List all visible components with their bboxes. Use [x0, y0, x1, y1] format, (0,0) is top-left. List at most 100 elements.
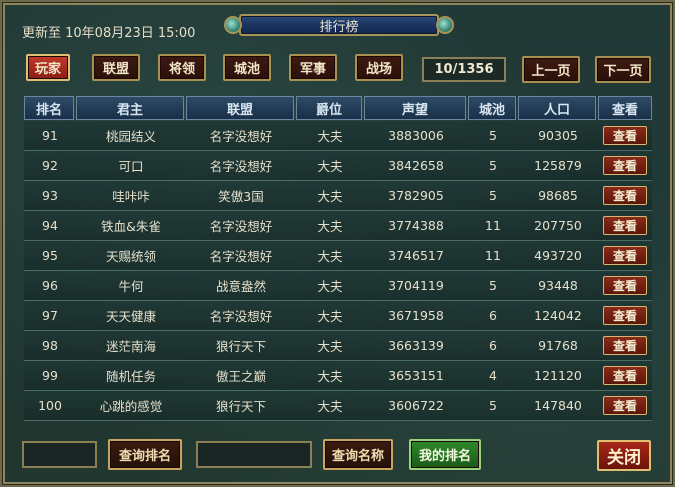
col-cities: 城池 [468, 96, 516, 120]
population-cell: 207750 [534, 218, 582, 233]
view-cell: 查看 [598, 121, 652, 151]
lord-cell: 可口 [118, 159, 144, 174]
alliance-cell: 狼行天下 [215, 339, 266, 354]
prestige-cell: 3883006 [388, 128, 444, 143]
lord-cell: 天天健康 [105, 309, 156, 324]
rank-cell: 94 [42, 218, 58, 233]
table-row: 97 天天健康 名字没想好 大夫 3671958 6 124042 查看 [24, 301, 652, 331]
query-rank-button[interactable]: 查询排名 [108, 439, 182, 470]
col-prestige: 声望 [364, 96, 466, 120]
alliance-cell: 名字没想好 [209, 309, 273, 324]
population-cell: 93448 [538, 278, 578, 293]
title-cell: 大夫 [317, 309, 343, 324]
table-row: 98 迷茫南海 狼行天下 大夫 3663139 6 91768 查看 [24, 331, 652, 361]
view-cell: 查看 [598, 241, 652, 271]
title-cell: 大夫 [317, 249, 343, 264]
population-cell: 493720 [534, 248, 582, 263]
query-name-button[interactable]: 查询名称 [323, 439, 393, 470]
table-row: 92 可口 名字没想好 大夫 3842658 5 125879 查看 [24, 151, 652, 181]
title-cell: 大夫 [317, 369, 343, 384]
rank-cell: 97 [42, 308, 58, 323]
lord-cell: 哇咔咔 [112, 189, 150, 204]
table-row: 91 桃园结义 名字没想好 大夫 3883006 5 90305 查看 [24, 121, 652, 151]
cities-cell: 6 [489, 338, 497, 353]
rank-cell: 100 [38, 398, 62, 413]
cities-cell: 11 [485, 218, 501, 233]
title-cell: 大夫 [317, 129, 343, 144]
ranking-rows: 91 桃园结义 名字没想好 大夫 3883006 5 90305 查看 92 可口 名字没想好 大夫 3… [24, 121, 652, 421]
col-rank: 排名 [24, 96, 74, 120]
population-cell: 147840 [534, 398, 582, 413]
cities-cell: 4 [489, 368, 497, 383]
prestige-cell: 3774388 [388, 218, 444, 233]
view-button[interactable]: 查看 [603, 156, 647, 175]
view-button[interactable]: 查看 [603, 216, 647, 235]
col-lord: 君主 [76, 96, 184, 120]
view-cell: 查看 [598, 181, 652, 211]
window-title: 排行榜 [239, 14, 439, 36]
title-cell: 大夫 [317, 189, 343, 204]
view-button[interactable]: 查看 [603, 246, 647, 265]
lord-cell: 天赐统领 [105, 249, 156, 264]
rank-cell: 93 [42, 188, 58, 203]
view-button[interactable]: 查看 [603, 336, 647, 355]
view-button[interactable]: 查看 [603, 306, 647, 325]
alliance-cell: 名字没想好 [209, 129, 273, 144]
cities-cell: 5 [489, 128, 497, 143]
tab-city[interactable]: 城池 [223, 54, 271, 81]
close-button[interactable]: 关闭 [597, 440, 651, 471]
rank-cell: 91 [42, 128, 58, 143]
cities-cell: 5 [489, 278, 497, 293]
lord-cell: 铁血&朱雀 [101, 219, 161, 234]
view-cell: 查看 [598, 211, 652, 241]
next-page-button[interactable]: 下一页 [595, 56, 651, 83]
col-view: 查看 [598, 96, 652, 120]
col-alliance: 联盟 [186, 96, 294, 120]
table-header: 排名 君主 联盟 爵位 声望 城池 人口 查看 [24, 96, 652, 120]
tab-general[interactable]: 将领 [158, 54, 206, 81]
population-cell: 90305 [538, 128, 578, 143]
view-cell: 查看 [598, 301, 652, 331]
title-cell: 大夫 [317, 399, 343, 414]
cities-cell: 5 [489, 188, 497, 203]
view-cell: 查看 [598, 331, 652, 361]
prestige-cell: 3704119 [388, 278, 444, 293]
prestige-cell: 3671958 [388, 308, 444, 323]
title-plaque: 排行榜 [214, 11, 464, 39]
prev-page-button[interactable]: 上一页 [522, 56, 580, 83]
alliance-cell: 笑傲3国 [218, 189, 264, 204]
lord-cell: 心跳的感觉 [99, 399, 163, 414]
lord-cell: 随机任务 [105, 369, 156, 384]
lord-cell: 迷茫南海 [105, 339, 156, 354]
title-cell: 大夫 [317, 279, 343, 294]
tab-battlefield[interactable]: 战场 [355, 54, 403, 81]
tab-alliance[interactable]: 联盟 [92, 54, 140, 81]
page-indicator: 10/1356 [422, 57, 506, 82]
population-cell: 98685 [538, 188, 578, 203]
cities-cell: 5 [489, 158, 497, 173]
view-button[interactable]: 查看 [603, 366, 647, 385]
tab-player[interactable]: 玩家 [26, 54, 70, 81]
rank-search-input[interactable] [22, 441, 97, 468]
jade-ornament-icon [436, 16, 454, 34]
lord-cell: 桃园结义 [105, 129, 156, 144]
my-rank-button[interactable]: 我的排名 [409, 439, 481, 470]
tab-military[interactable]: 军事 [289, 54, 337, 81]
col-title: 爵位 [296, 96, 362, 120]
table-row: 95 天赐统领 名字没想好 大夫 3746517 11 493720 查看 [24, 241, 652, 271]
view-button[interactable]: 查看 [603, 126, 647, 145]
prestige-cell: 3842658 [388, 158, 444, 173]
population-cell: 121120 [534, 368, 582, 383]
alliance-cell: 名字没想好 [209, 249, 273, 264]
rank-cell: 99 [42, 368, 58, 383]
prestige-cell: 3606722 [388, 398, 444, 413]
alliance-cell: 名字没想好 [209, 219, 273, 234]
table-row: 96 牛何 战意盎然 大夫 3704119 5 93448 查看 [24, 271, 652, 301]
rank-cell: 95 [42, 248, 58, 263]
alliance-cell: 狼行天下 [215, 399, 266, 414]
view-button[interactable]: 查看 [603, 276, 647, 295]
name-search-input[interactable] [196, 441, 312, 468]
cities-cell: 5 [489, 398, 497, 413]
view-button[interactable]: 查看 [603, 396, 647, 415]
view-button[interactable]: 查看 [603, 186, 647, 205]
